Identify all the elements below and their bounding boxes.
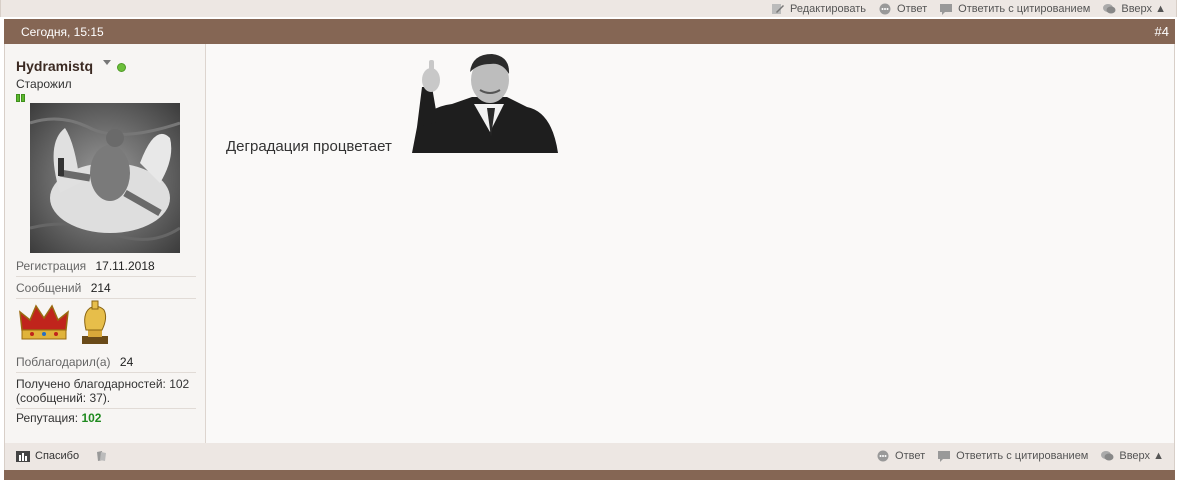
footer-quote-reply-label: Ответить с цитированием	[956, 450, 1089, 462]
quote-bubble-icon	[937, 450, 951, 462]
bubbles-icon	[1102, 3, 1116, 15]
edit-button[interactable]: Редактировать	[771, 3, 866, 15]
reputation: Репутация: 102	[16, 411, 101, 425]
posts-stat: Сообщений 214	[16, 281, 196, 295]
online-status-icon	[117, 63, 126, 72]
divider	[16, 408, 196, 409]
top-button[interactable]: Вверх ▲	[1102, 3, 1166, 15]
post-date: Сегодня, 15:15	[21, 25, 104, 39]
footer-top-label: Вверх ▲	[1119, 450, 1164, 462]
thanks-chart-icon	[16, 450, 30, 462]
registration-label: Регистрация	[16, 259, 87, 273]
speech-bubble-icon	[876, 450, 890, 462]
cards-icon[interactable]	[95, 450, 109, 462]
reputation-value: 102	[81, 411, 102, 425]
thanked-label: Поблагодарил(а)	[16, 355, 111, 369]
posts-value: 214	[90, 281, 111, 295]
rank-bar-icon	[16, 91, 27, 102]
bubbles-icon	[1100, 450, 1114, 462]
quote-reply-label: Ответить с цитированием	[958, 2, 1091, 15]
top-label: Вверх ▲	[1121, 2, 1166, 15]
reply-button[interactable]: Ответ	[878, 3, 927, 15]
top-action-bar: Редактировать Ответ Ответить с цитирован…	[0, 0, 1177, 17]
fist-trophy-icon	[82, 300, 108, 344]
thumbs-up-man-image	[412, 52, 560, 153]
thanked-value: 24	[119, 355, 134, 369]
divider	[16, 298, 196, 299]
quote-reply-button[interactable]: Ответить с цитированием	[939, 3, 1090, 15]
thanks-button[interactable]: Спасибо	[16, 450, 114, 462]
pencil-icon	[771, 3, 785, 15]
registration-stat: Регистрация 17.11.2018	[16, 259, 196, 273]
post-header: Сегодня, 15:15 #4	[4, 19, 1175, 44]
top-actions: Редактировать Ответ Ответить с цитирован…	[759, 0, 1166, 17]
username-link[interactable]: Hydramistq	[16, 58, 93, 74]
crown-award-icon	[19, 304, 69, 340]
divider	[16, 276, 196, 277]
next-post-header	[4, 470, 1175, 480]
user-menu-caret-icon[interactable]	[103, 60, 111, 65]
footer-actions: Ответ Ответить с цитированием Вверх ▲	[864, 450, 1164, 462]
post-number-link[interactable]: #4	[1155, 24, 1169, 39]
reply-label: Ответ	[897, 2, 928, 15]
footer-reply-button[interactable]: Ответ	[876, 450, 925, 462]
reputation-label: Репутация:	[16, 411, 79, 425]
footer-reply-label: Ответ	[895, 450, 926, 462]
posts-label: Сообщений	[16, 281, 82, 295]
footer-top-button[interactable]: Вверх ▲	[1100, 450, 1164, 462]
edit-label: Редактировать	[790, 2, 867, 15]
post-message: Деградация процветает	[226, 138, 392, 155]
post-footer: Спасибо Ответ Ответить с цитированием Вв…	[4, 443, 1175, 470]
quote-bubble-icon	[939, 3, 953, 15]
user-sidebar: Hydramistq Старожил Регистрация 17.11.20…	[5, 44, 206, 443]
post-container: Hydramistq Старожил Регистрация 17.11.20…	[4, 44, 1175, 443]
thanks-label: Спасибо	[35, 450, 80, 462]
user-avatar[interactable]	[30, 103, 180, 253]
speech-bubble-icon	[878, 3, 892, 15]
divider	[16, 372, 196, 373]
user-rank: Старожил	[16, 77, 72, 91]
thanked-stat: Поблагодарил(а) 24	[16, 355, 196, 369]
registration-value: 17.11.2018	[95, 259, 155, 273]
awards	[18, 300, 118, 346]
footer-quote-reply-button[interactable]: Ответить с цитированием	[937, 450, 1088, 462]
received-thanks: Получено благодарностей: 102 (сообщений:…	[16, 377, 190, 405]
